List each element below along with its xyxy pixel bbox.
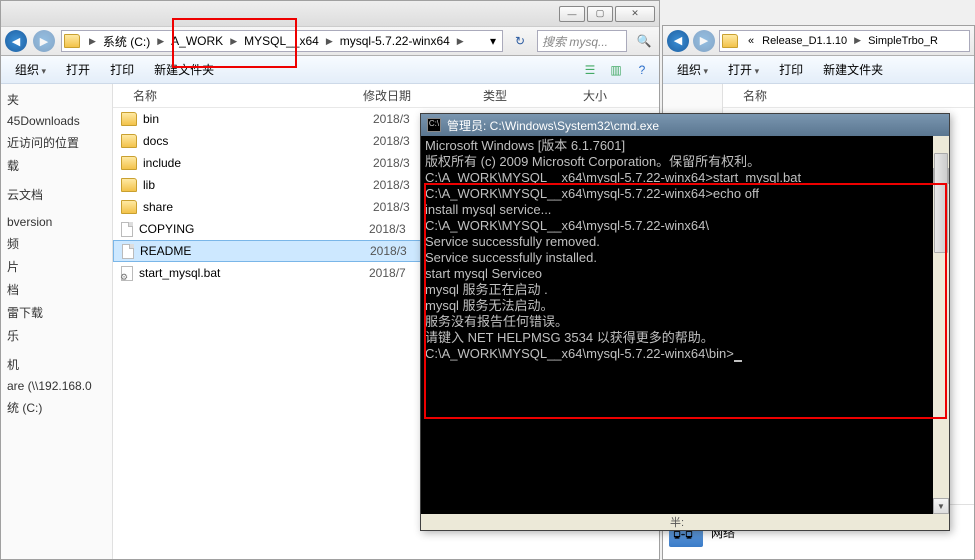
nav-item[interactable]: 频 bbox=[1, 232, 112, 255]
breadcrumb-seg[interactable]: A_WORK bbox=[167, 31, 227, 51]
refresh-button[interactable]: ↻ bbox=[509, 34, 531, 48]
new-folder-button[interactable]: 新建文件夹 bbox=[146, 58, 222, 81]
help-icon[interactable]: ? bbox=[631, 59, 653, 81]
open-button[interactable]: 打开 bbox=[58, 58, 98, 81]
file-name: start_mysql.bat bbox=[139, 266, 369, 280]
file-name: COPYING bbox=[139, 222, 369, 236]
nav-item[interactable]: 乐 bbox=[1, 324, 112, 347]
cmd-text: Microsoft Windows [版本 6.1.7601]版权所有 (c) … bbox=[425, 138, 945, 362]
print-button[interactable]: 打印 bbox=[771, 58, 811, 81]
cmd-title-text: 管理员: C:\Windows\System32\cmd.exe bbox=[447, 117, 659, 134]
breadcrumb-seg[interactable]: « bbox=[744, 31, 758, 51]
chevron-right-icon[interactable]: ▶ bbox=[323, 36, 336, 47]
folder-icon bbox=[121, 134, 137, 148]
search-icon[interactable]: 🔍 bbox=[633, 34, 655, 48]
cmd-output[interactable]: Microsoft Windows [版本 6.1.7601]版权所有 (c) … bbox=[421, 136, 949, 530]
folder-icon bbox=[121, 156, 137, 170]
chevron-right-icon[interactable]: ▶ bbox=[86, 36, 99, 47]
file-icon bbox=[121, 266, 133, 281]
nav-item[interactable]: 雷下载 bbox=[1, 301, 112, 324]
toolbar: 组织 打开 打印 新建文件夹 bbox=[663, 56, 974, 84]
close-button[interactable]: ✕ bbox=[615, 6, 655, 22]
col-type[interactable]: 类型 bbox=[483, 87, 583, 104]
scrollbar-thumb[interactable] bbox=[934, 153, 948, 253]
chevron-right-icon[interactable]: ▶ bbox=[154, 36, 167, 47]
breadcrumb-seg[interactable]: 系统 (C:) bbox=[99, 31, 154, 51]
scrollbar-vertical[interactable]: ▲ ▼ bbox=[933, 136, 949, 530]
nav-back-button[interactable]: ◀ bbox=[667, 30, 689, 52]
nav-item[interactable]: 近访问的位置 bbox=[1, 131, 112, 154]
col-name[interactable]: 名称 bbox=[113, 87, 363, 104]
organize-button[interactable]: 组织 bbox=[669, 58, 716, 81]
nav-item[interactable]: 夹 bbox=[1, 88, 112, 111]
nav-item[interactable]: bversion bbox=[1, 212, 112, 232]
col-date[interactable]: 修改日期 bbox=[363, 87, 483, 104]
organize-button[interactable]: 组织 bbox=[7, 58, 54, 81]
nav-item[interactable]: 机 bbox=[1, 353, 112, 376]
breadcrumb-seg[interactable]: SimpleTrbo_R bbox=[864, 31, 942, 51]
col-size[interactable]: 大小 bbox=[583, 87, 659, 104]
nav-item[interactable]: 云文档 bbox=[1, 183, 112, 206]
folder-icon bbox=[722, 34, 738, 48]
file-name: include bbox=[143, 156, 373, 170]
titlebar[interactable]: — ▢ ✕ bbox=[1, 1, 659, 26]
cmd-window[interactable]: C:\ 管理员: C:\Windows\System32\cmd.exe Mic… bbox=[420, 113, 950, 531]
chevron-right-icon[interactable]: ▶ bbox=[454, 36, 467, 47]
folder-icon bbox=[121, 200, 137, 214]
address-bar: ◀ ▶ « Release_D1.1.10 ▶ SimpleTrbo_R bbox=[663, 26, 974, 56]
file-name: docs bbox=[143, 134, 373, 148]
breadcrumb[interactable]: « Release_D1.1.10 ▶ SimpleTrbo_R bbox=[719, 30, 970, 52]
address-bar: ◀ ▶ ▶ 系统 (C:) ▶ A_WORK ▶ MYSQL__x64 ▶ my… bbox=[1, 26, 659, 56]
file-name: README bbox=[140, 244, 370, 258]
print-button[interactable]: 打印 bbox=[102, 58, 142, 81]
breadcrumb-dropdown[interactable]: ▾ bbox=[486, 31, 500, 51]
breadcrumb[interactable]: ▶ 系统 (C:) ▶ A_WORK ▶ MYSQL__x64 ▶ mysql-… bbox=[61, 30, 503, 52]
col-name[interactable]: 名称 bbox=[743, 87, 767, 104]
nav-forward-button[interactable]: ▶ bbox=[33, 30, 55, 52]
search-input[interactable]: 搜索 mysq... bbox=[537, 30, 627, 52]
file-name: lib bbox=[143, 178, 373, 192]
maximize-button[interactable]: ▢ bbox=[587, 6, 613, 22]
breadcrumb-seg[interactable]: mysql-5.7.22-winx64 bbox=[336, 31, 454, 51]
new-folder-button[interactable]: 新建文件夹 bbox=[815, 58, 891, 81]
nav-item[interactable]: 档 bbox=[1, 278, 112, 301]
nav-item[interactable]: 片 bbox=[1, 255, 112, 278]
file-name: share bbox=[143, 200, 373, 214]
view-options-icon[interactable]: ☰ bbox=[579, 59, 601, 81]
scrollbar-horizontal[interactable]: ◀ 半: bbox=[421, 514, 933, 530]
nav-pane[interactable]: 夹45Downloads近访问的位置载云文档 bversion频片档雷下载乐机ar… bbox=[1, 84, 113, 559]
cmd-icon: C:\ bbox=[427, 118, 441, 132]
nav-item[interactable]: 载 bbox=[1, 154, 112, 177]
hscroll-label: 半: bbox=[670, 515, 684, 530]
nav-forward-button[interactable]: ▶ bbox=[693, 30, 715, 52]
nav-back-button[interactable]: ◀ bbox=[5, 30, 27, 52]
breadcrumb-seg[interactable]: MYSQL__x64 bbox=[240, 31, 323, 51]
preview-pane-icon[interactable]: ▥ bbox=[605, 59, 627, 81]
nav-item[interactable]: 统 (C:) bbox=[1, 396, 112, 419]
minimize-button[interactable]: — bbox=[559, 6, 585, 22]
nav-item[interactable]: are (\\192.168.0 bbox=[1, 376, 112, 396]
open-button[interactable]: 打开 bbox=[720, 58, 767, 81]
scroll-down-button[interactable]: ▼ bbox=[933, 498, 949, 514]
column-headers[interactable]: 名称 修改日期 类型 大小 bbox=[113, 84, 659, 108]
chevron-right-icon[interactable]: ▶ bbox=[227, 36, 240, 47]
folder-icon bbox=[64, 34, 80, 48]
file-name: bin bbox=[143, 112, 373, 126]
file-icon bbox=[122, 244, 134, 259]
nav-item[interactable]: 45Downloads bbox=[1, 111, 112, 131]
breadcrumb-seg[interactable]: Release_D1.1.10 bbox=[758, 31, 851, 51]
toolbar: 组织 打开 打印 新建文件夹 ☰ ▥ ? bbox=[1, 56, 659, 84]
file-icon bbox=[121, 222, 133, 237]
column-headers[interactable]: 名称 bbox=[723, 84, 974, 108]
folder-icon bbox=[121, 112, 137, 126]
cmd-titlebar[interactable]: C:\ 管理员: C:\Windows\System32\cmd.exe bbox=[421, 114, 949, 136]
folder-icon bbox=[121, 178, 137, 192]
chevron-right-icon[interactable]: ▶ bbox=[851, 35, 864, 46]
